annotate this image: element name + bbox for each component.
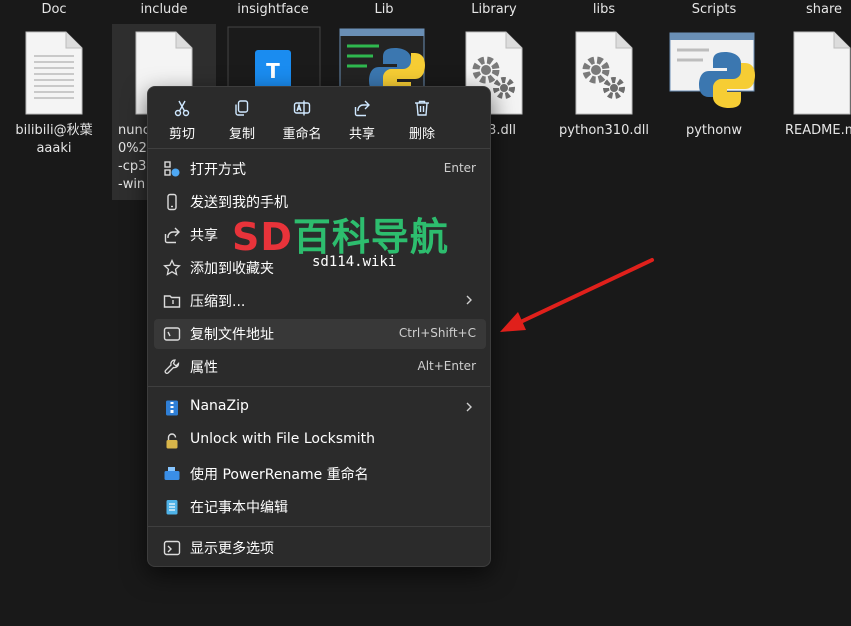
zip-folder-icon xyxy=(163,295,181,308)
file-name: python310.dll xyxy=(559,123,649,138)
wrench-icon xyxy=(164,359,180,374)
share-button[interactable]: 共享 xyxy=(332,97,392,143)
notepad-icon xyxy=(166,500,178,515)
watermark-title: SD百科导航 xyxy=(232,215,449,259)
lock-icon xyxy=(166,433,178,449)
menu-item-show-more-options[interactable]: 显示更多选项 xyxy=(154,533,486,563)
file-tile[interactable]: bilibili@秋葉 aaaki xyxy=(2,24,106,200)
text-document-icon xyxy=(25,31,83,115)
file-explorer-view: Doc include insightface Lib Library libs… xyxy=(0,0,851,626)
cut-button[interactable]: 剪切 xyxy=(152,97,212,143)
powerrename-icon xyxy=(164,467,180,480)
context-menu: 剪切 复制 重命名 共享 删除 打开方式 Enter 发送到我的手机 共享 添加… xyxy=(147,86,491,567)
folder-label-lib[interactable]: Lib xyxy=(374,2,393,17)
copy-button[interactable]: 复制 xyxy=(212,97,272,143)
python-window-icon xyxy=(669,32,755,108)
app-window-icon: T xyxy=(227,26,321,90)
watermark: SD百科导航 sd114.wiki xyxy=(232,206,460,276)
file-tile[interactable]: README.m xyxy=(772,24,851,200)
share-icon xyxy=(164,227,180,244)
file-name: pythonw xyxy=(685,123,743,138)
menu-item-edit-notepad[interactable]: 在记事本中编辑 xyxy=(154,492,486,522)
phone-icon xyxy=(167,193,177,211)
rename-button[interactable]: 重命名 xyxy=(272,97,332,143)
chevron-right-icon xyxy=(466,295,472,305)
trash-icon xyxy=(415,100,429,116)
open-with-icon xyxy=(164,161,180,177)
folder-label-doc[interactable]: Doc xyxy=(41,2,66,17)
blank-document-icon xyxy=(793,31,851,115)
svg-text:T: T xyxy=(266,59,280,83)
menu-item-nanazip[interactable]: NanaZip xyxy=(154,393,486,423)
delete-button[interactable]: 删除 xyxy=(392,97,452,143)
share-icon xyxy=(354,100,370,117)
menu-separator xyxy=(148,386,490,387)
menu-separator xyxy=(148,526,490,527)
file-tile[interactable]: pythonw xyxy=(662,24,766,200)
star-icon xyxy=(163,259,181,276)
folder-label-library[interactable]: Library xyxy=(471,2,516,17)
more-options-icon xyxy=(163,540,181,556)
menu-item-copy-path[interactable]: 复制文件地址 Ctrl+Shift+C xyxy=(154,319,486,349)
menu-item-properties[interactable]: 属性 Alt+Enter xyxy=(154,352,486,382)
menu-item-open-with[interactable]: 打开方式 Enter xyxy=(154,154,486,184)
annotation-arrow xyxy=(500,258,654,332)
dll-gear-icon xyxy=(575,31,633,115)
menu-item-file-locksmith[interactable]: Unlock with File Locksmith xyxy=(154,426,486,456)
menu-item-powerrename[interactable]: 使用 PowerRename 重命名 xyxy=(154,459,486,489)
chevron-right-icon xyxy=(466,402,472,412)
nanazip-icon xyxy=(166,400,178,416)
file-name: README.m xyxy=(785,123,851,138)
watermark-url: sd114.wiki xyxy=(312,254,397,270)
copy-path-icon xyxy=(163,327,181,341)
folder-label-share[interactable]: share xyxy=(806,2,842,17)
menu-item-compress[interactable]: 压缩到... xyxy=(154,286,486,316)
copy-icon xyxy=(235,100,249,116)
rename-icon xyxy=(293,100,311,116)
menu-separator xyxy=(148,148,490,149)
folder-label-libs[interactable]: libs xyxy=(593,2,615,17)
folder-label-include[interactable]: include xyxy=(140,2,187,17)
file-name: bilibili@秋葉 aaaki xyxy=(15,123,93,156)
file-tile[interactable]: python310.dll xyxy=(552,24,656,200)
folder-label-scripts[interactable]: Scripts xyxy=(692,2,736,17)
folder-label-insightface[interactable]: insightface xyxy=(237,2,309,17)
scissors-icon xyxy=(174,100,190,117)
